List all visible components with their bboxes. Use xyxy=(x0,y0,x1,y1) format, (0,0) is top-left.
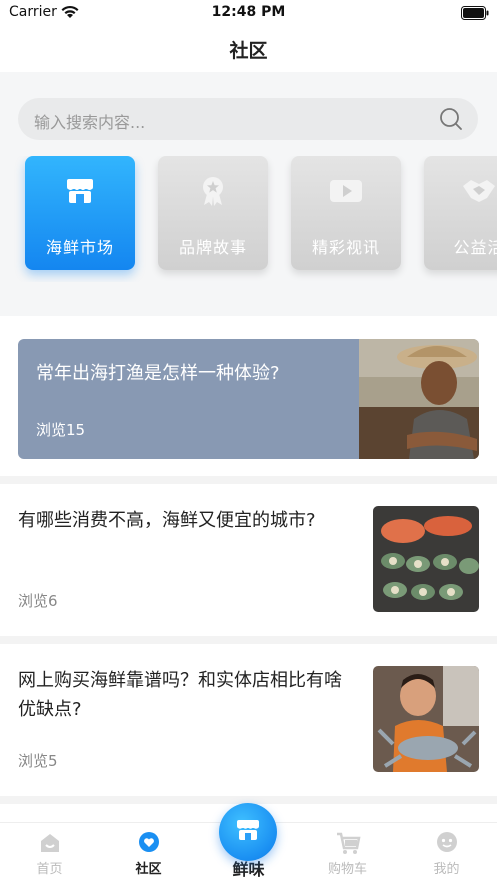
search-icon[interactable] xyxy=(438,106,464,136)
article-image xyxy=(373,666,479,772)
tab-cart[interactable]: 购物车 xyxy=(298,823,397,883)
category-row: 海鲜市场 品牌故事 精彩视讯 公益活 xyxy=(0,156,497,282)
featured-image xyxy=(359,339,479,459)
category-brand-story[interactable]: 品牌故事 xyxy=(158,156,268,270)
featured-title: 常年出海打渔是怎样一种体验? xyxy=(36,363,280,384)
featured-views: 浏览15 xyxy=(36,421,86,439)
store-icon xyxy=(234,816,262,848)
tab-xianwei-button[interactable] xyxy=(219,803,277,861)
list-item[interactable]: 网上购买海鲜靠谱吗？和实体店相比有啥优缺点? 浏览5 xyxy=(0,644,497,796)
status-time: 12:48 PM xyxy=(211,4,286,20)
tab-label: 首页 xyxy=(36,862,63,877)
category-seafood-market[interactable]: 海鲜市场 xyxy=(25,156,135,270)
category-label: 公益活 xyxy=(453,238,497,257)
category-videos[interactable]: 精彩视讯 xyxy=(291,156,401,270)
store-icon xyxy=(25,174,135,214)
category-label: 精彩视讯 xyxy=(311,238,380,257)
search-input[interactable]: 输入搜索内容... xyxy=(18,98,478,140)
award-icon xyxy=(158,174,268,214)
home-icon xyxy=(0,831,99,855)
tab-label: 社区 xyxy=(135,862,162,877)
page-title: 社区 xyxy=(229,40,268,62)
tab-label: 我的 xyxy=(433,862,460,877)
article-image xyxy=(373,506,479,612)
top-section: 输入搜索内容... 海鲜市场 品牌故事 精彩视讯 公益活 xyxy=(0,72,497,316)
battery-icon xyxy=(461,5,489,24)
nav-header: 社区 xyxy=(0,26,497,72)
tab-label: 购物车 xyxy=(327,862,367,877)
article-views: 浏览6 xyxy=(18,592,58,610)
community-icon xyxy=(99,831,198,855)
category-label: 海鲜市场 xyxy=(45,238,114,257)
tab-profile[interactable]: 我的 xyxy=(397,823,496,883)
status-bar: Carrier 12:48 PM xyxy=(0,0,497,26)
category-charity[interactable]: 公益活 xyxy=(424,156,497,270)
video-play-icon xyxy=(291,174,401,214)
profile-icon xyxy=(397,831,496,855)
list-item[interactable]: 有哪些消费不高，海鲜又便宜的城市? 浏览6 xyxy=(0,484,497,636)
search-placeholder: 输入搜索内容... xyxy=(34,113,146,132)
article-title: 有哪些消费不高，海鲜又便宜的城市? xyxy=(18,510,316,531)
featured-article[interactable]: 常年出海打渔是怎样一种体验? 浏览15 xyxy=(18,339,479,459)
tab-home[interactable]: 首页 xyxy=(0,823,99,883)
category-label: 品牌故事 xyxy=(178,238,247,257)
tab-community[interactable]: 社区 xyxy=(99,823,198,883)
section-divider xyxy=(0,636,497,644)
article-views: 浏览5 xyxy=(18,752,58,770)
cart-icon xyxy=(298,831,397,855)
handshake-icon xyxy=(424,174,497,214)
article-title: 网上购买海鲜靠谱吗？和实体店相比有啥优缺点? xyxy=(18,670,342,720)
section-divider xyxy=(0,476,497,484)
